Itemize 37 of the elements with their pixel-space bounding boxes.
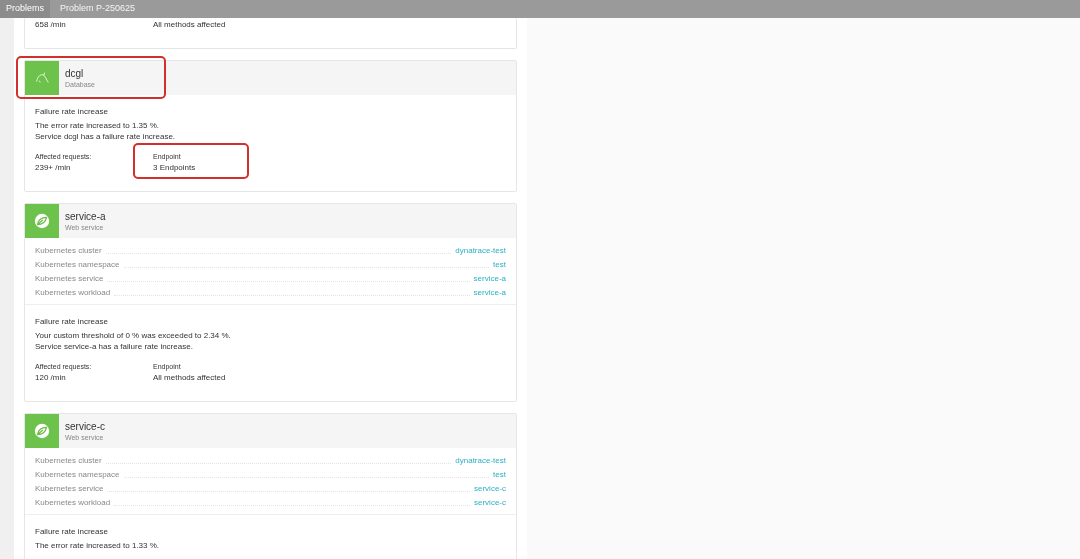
property-label: Kubernetes namespace — [35, 469, 120, 481]
breadcrumb-link[interactable]: Problem P-250625 — [50, 0, 146, 18]
metric-value: 120 /min — [35, 372, 67, 383]
entity-name: dcgl — [65, 67, 85, 80]
property-link[interactable]: dynatrace-test — [455, 245, 506, 257]
problem-title: Failure rate increase — [35, 316, 109, 327]
problem-title: Failure rate increase — [35, 106, 109, 117]
property-link[interactable]: dynatrace-test — [455, 455, 506, 467]
property-label: Kubernetes workload — [35, 287, 111, 299]
metric-value: 658 /min — [35, 19, 67, 30]
property-link[interactable]: service-c — [474, 497, 506, 509]
entity-name: service-c — [65, 420, 105, 433]
metric-value: All methods affected — [153, 372, 226, 383]
entity-name: service-a — [65, 210, 106, 223]
property-label: Kubernetes service — [35, 273, 104, 285]
leaf-icon — [33, 212, 51, 230]
property-label: Kubernetes cluster — [35, 245, 102, 257]
property-label: Kubernetes cluster — [35, 455, 102, 467]
metric-value: 239+ /min — [35, 162, 72, 173]
property-link[interactable]: service-c — [474, 483, 506, 495]
metric-value: All methods affected — [153, 19, 226, 30]
problem-description: The error rate increased to 1.33 %. — [35, 540, 161, 551]
problem-title: Failure rate increase — [35, 526, 109, 537]
property-label: Kubernetes workload — [35, 497, 111, 509]
metric-value: 3 Endpoints — [153, 162, 196, 173]
problem-description: Your custom threshold of 0 % was exceeded to 2.34 %. — [35, 330, 232, 341]
property-link[interactable]: service-a — [473, 273, 506, 285]
leaf-icon — [33, 422, 51, 440]
breadcrumb-link[interactable]: Problems — [0, 0, 50, 18]
property-link[interactable]: test — [493, 259, 506, 271]
problem-description: The error rate increased to 1.35 %. — [35, 120, 161, 131]
problem-description: Service dcgl has a failure rate increase. — [35, 131, 177, 142]
property-label: Kubernetes service — [35, 483, 104, 495]
property-link[interactable]: test — [493, 469, 506, 481]
property-link[interactable]: service-a — [473, 287, 506, 299]
property-label: Kubernetes namespace — [35, 259, 120, 271]
problem-description: Service service-a has a failure rate increase. — [35, 341, 194, 352]
